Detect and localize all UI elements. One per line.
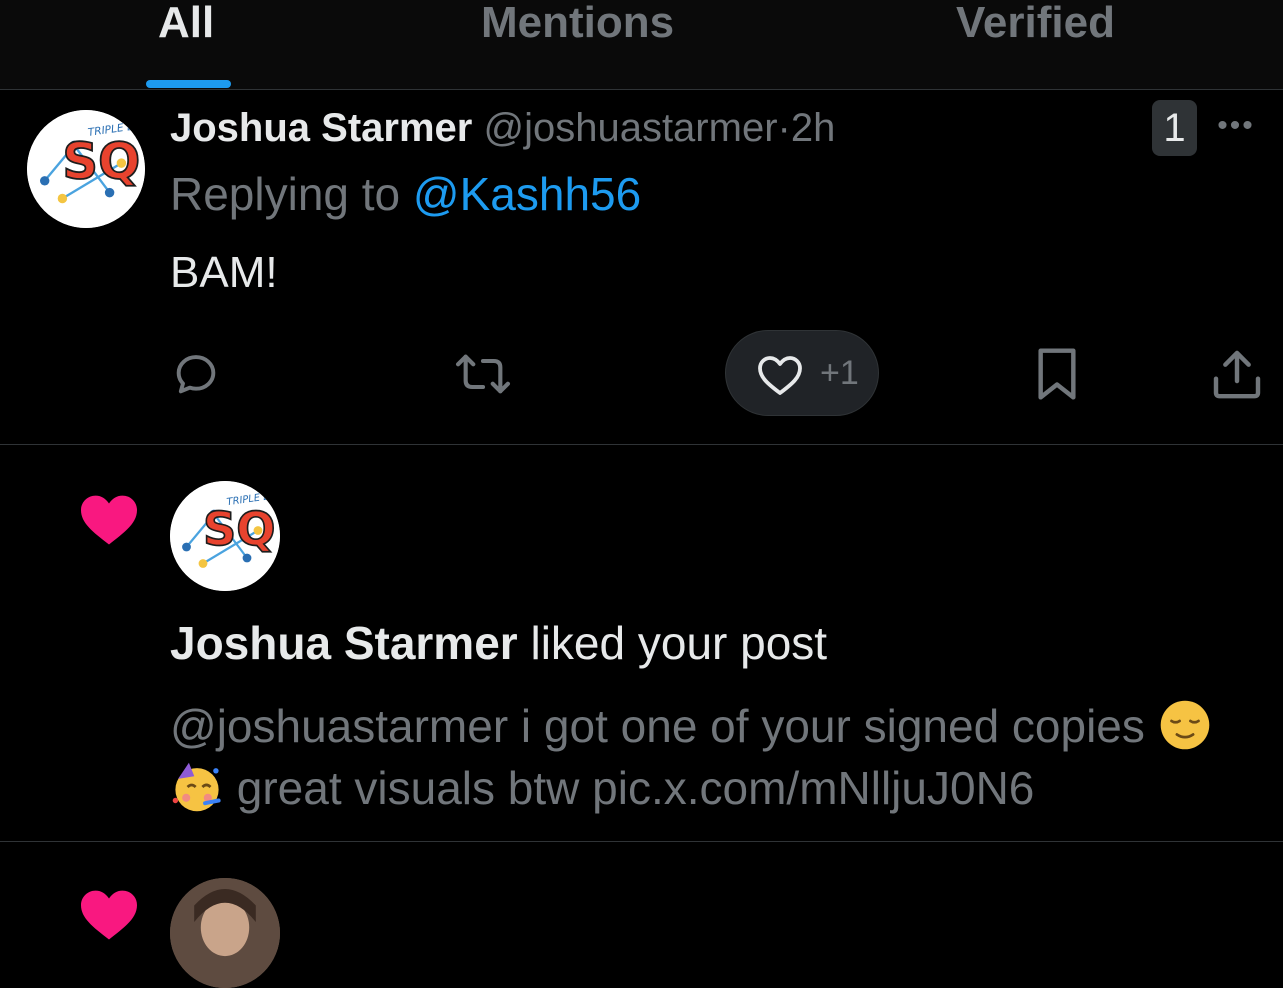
author-handle[interactable]: @joshuastarmer (483, 106, 777, 150)
preview-text-1: @joshuastarmer i got one of your signed … (170, 700, 1158, 752)
author-name[interactable]: Joshua Starmer (170, 106, 472, 150)
post-time[interactable]: 2h (791, 106, 836, 150)
bookmark-button[interactable] (1036, 346, 1078, 402)
heart-filled-icon (81, 495, 137, 545)
like-button[interactable]: +1 (725, 330, 879, 416)
avatar-letters: SQ (203, 502, 276, 556)
post-text: BAM! (170, 248, 278, 297)
like-count: +1 (820, 354, 859, 392)
active-tab-indicator (146, 80, 231, 88)
count-badge: 1 (1152, 100, 1197, 156)
reply-button[interactable] (170, 348, 222, 400)
relieved-face-emoji-icon (1160, 700, 1209, 750)
post-preview[interactable]: @joshuastarmer i got one of your signed … (170, 695, 1270, 819)
separator-dot: · (777, 106, 791, 150)
more-options-icon[interactable]: ••• (1213, 111, 1259, 141)
partying-face-emoji-icon (172, 762, 221, 812)
replying-to-handle[interactable]: @Kashh56 (413, 168, 641, 220)
heart-filled-icon (81, 890, 137, 940)
like-notification[interactable]: SQ TRIPLE BAM!! Joshua Starmer liked you… (0, 445, 1283, 842)
heart-outline-icon (758, 356, 802, 395)
notification-text: Joshua Starmer liked your post (170, 615, 827, 671)
notification-tabs: All Mentions Verified (0, 0, 1283, 90)
profile-photo (170, 878, 280, 988)
avatar-letters: SQ (62, 132, 140, 190)
tab-all[interactable]: All (158, 0, 214, 46)
avatar[interactable] (170, 878, 280, 988)
tab-verified[interactable]: Verified (956, 0, 1115, 46)
notification-action: liked your post (517, 617, 828, 669)
avatar[interactable]: SQ TRIPLE BAM!! (170, 481, 280, 591)
reply-icon (176, 355, 216, 394)
post-header: Joshua Starmer @joshuastarmer·2h (170, 104, 835, 152)
preview-text-2: great visuals btw pic.x.com/mNlljuJ0N6 (236, 762, 1035, 814)
replying-prefix: Replying to (170, 168, 413, 220)
sq-logo: SQ TRIPLE BAM!! (27, 110, 145, 228)
bookmark-icon (1038, 348, 1076, 400)
repost-button[interactable] (454, 348, 512, 400)
share-button[interactable] (1211, 346, 1263, 402)
sq-logo: SQ TRIPLE BAM!! (170, 481, 280, 591)
avatar[interactable]: SQ TRIPLE BAM!! (27, 110, 145, 228)
share-icon (1213, 350, 1261, 399)
tab-mentions[interactable]: Mentions (481, 0, 674, 46)
repost-icon (456, 354, 510, 394)
reply-post[interactable]: SQ TRIPLE BAM!! Joshua Starmer @joshuast… (0, 90, 1283, 445)
replying-to: Replying to @Kashh56 (170, 168, 641, 220)
liker-name[interactable]: Joshua Starmer (170, 617, 518, 669)
